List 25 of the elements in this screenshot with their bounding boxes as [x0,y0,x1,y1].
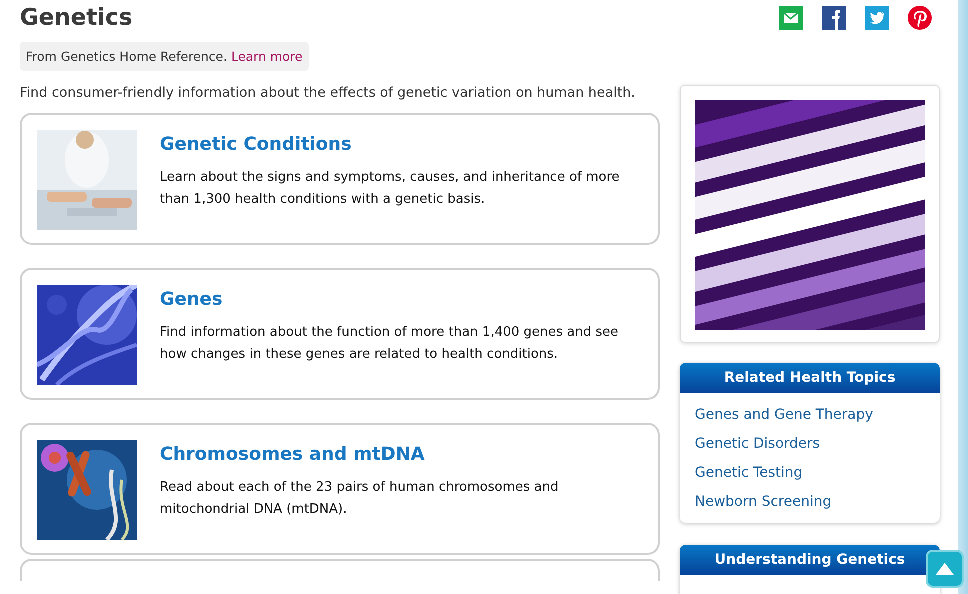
panel-header: Understanding Genetics [680,545,940,575]
topic-link[interactable]: Newborn Screening [695,488,925,517]
intro-text: Find consumer-friendly information about the effects of genetic variation on human health. [20,85,636,101]
pinterest-icon[interactable] [908,6,932,30]
topic-link[interactable]: Genetic Disorders [695,430,925,459]
card-title[interactable]: Genetic Conditions [160,134,643,155]
source-note: From Genetics Home Reference. Learn more [20,42,309,71]
card-title[interactable]: Chromosomes and mtDNA [160,444,643,465]
up-arrow-icon [936,563,954,575]
card-description: Find information about the function of more than 1,400 genes and see how changes in these genes are related to health conditions. [160,324,620,364]
email-icon[interactable] [779,6,803,30]
topic-link[interactable]: Genes and Gene Therapy [695,401,925,430]
scroll-to-top-button[interactable] [926,550,964,588]
facebook-icon[interactable] [822,6,846,30]
topic-link[interactable]: Genetic Testing [695,459,925,488]
page-title: Genetics [20,5,133,31]
card-title[interactable]: Genes [160,289,643,310]
card-description: Read about each of the 23 pairs of human chromosomes and mitochondrial DNA (mtDNA). [160,479,560,519]
topic-card[interactable]: Chromosomes and mtDNA Read about each of the 23 pairs of human chromosomes and mitochondrial DNA (mtDNA). [20,423,660,555]
panel-header: Related Health Topics [680,363,940,393]
card-description: Learn about the signs and symptoms, causes, and inheritance of more than 1,300 health conditions with a genetic basis. [160,169,621,209]
topic-card[interactable]: Genetic Conditions Learn about the signs and symptoms, causes, and inheritance of more than 1,300 health conditions with a genetic basis. [20,113,660,245]
topic-card[interactable]: Genes Find information about the function of more than 1,400 genes and see how changes in these genes are related to health conditions. [20,268,660,400]
twitter-icon[interactable] [865,6,889,30]
learn-more-link[interactable]: Learn more [231,49,303,64]
